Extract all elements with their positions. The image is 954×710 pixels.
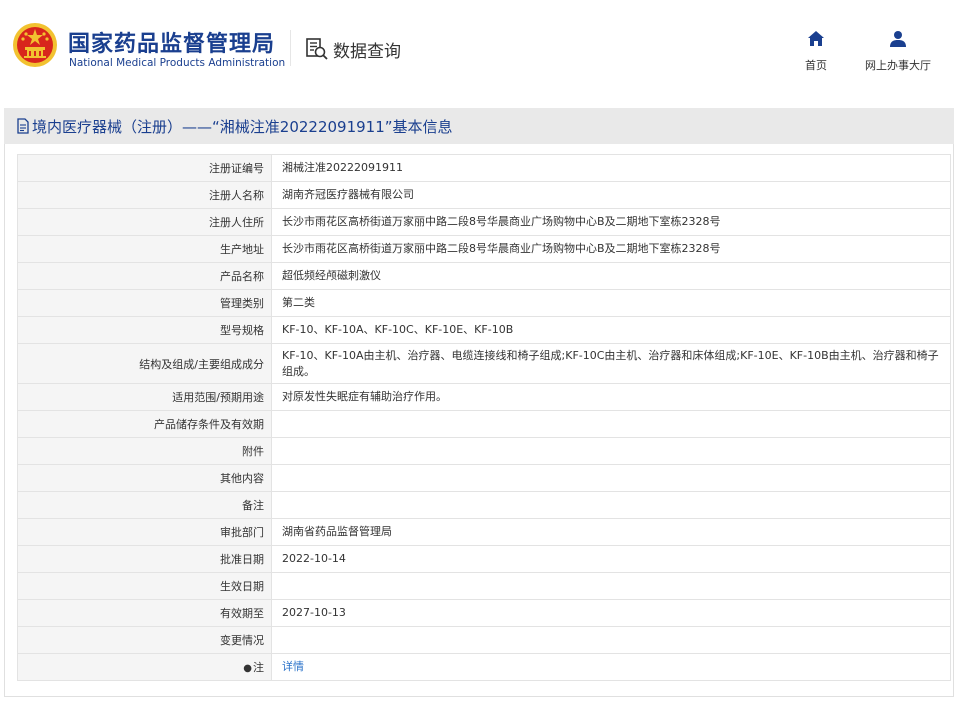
table-row: 附件 — [17, 437, 951, 465]
user-icon — [890, 31, 906, 47]
table-row: 结构及组成/主要组成成分 KF-10、KF-10A由主机、治疗器、电缆连接线和椅… — [17, 343, 951, 384]
field-value: 2027-10-13 — [271, 599, 951, 627]
field-label: 审批部门 — [17, 518, 272, 546]
site-header: 国家药品监督管理局 National Medical Products Admi… — [0, 0, 954, 96]
note-label-cell: ●注 — [17, 653, 272, 681]
field-value: 超低频经颅磁刺激仪 — [271, 262, 951, 290]
table-row: ●注 详情 — [17, 653, 951, 681]
nav-home-label: 首页 — [805, 59, 827, 72]
table-row: 其他内容 — [17, 464, 951, 492]
data-query-label: 数据查询 — [333, 41, 401, 62]
field-value — [271, 491, 951, 519]
field-label: 其他内容 — [17, 464, 272, 492]
field-label: 适用范围/预期用途 — [17, 383, 272, 411]
field-label: 型号规格 — [17, 316, 272, 344]
field-label: 注册证编号 — [17, 154, 272, 182]
field-label: 注册人名称 — [17, 181, 272, 209]
field-value: 第二类 — [271, 289, 951, 317]
detail-table: 注册证编号 湘械注准20222091911 注册人名称 湖南齐冠医疗器械有限公司… — [17, 154, 951, 681]
table-row: 产品储存条件及有效期 — [17, 410, 951, 438]
field-label: 管理类别 — [17, 289, 272, 317]
nav-online-service-hall[interactable]: 网上办事大厅 — [860, 30, 936, 73]
table-row: 型号规格 KF-10、KF-10A、KF-10C、KF-10E、KF-10B — [17, 316, 951, 344]
field-value: 详情 — [271, 653, 951, 681]
field-value: 长沙市雨花区高桥街道万家丽中路二段8号华晨商业广场购物中心B及二期地下室栋232… — [271, 208, 951, 236]
location-pin-icon: ● — [243, 663, 252, 674]
table-row: 审批部门 湖南省药品监督管理局 — [17, 518, 951, 546]
nav-home[interactable]: 首页 — [798, 30, 834, 73]
field-value: 2022-10-14 — [271, 545, 951, 573]
table-row: 有效期至 2027-10-13 — [17, 599, 951, 627]
table-row: 管理类别 第二类 — [17, 289, 951, 317]
page-title-bar: 境内医疗器械（注册）——“湘械注准20222091911”基本信息 — [4, 108, 954, 144]
field-label: 备注 — [17, 491, 272, 519]
field-value — [271, 410, 951, 438]
home-icon — [808, 31, 824, 46]
table-row: 备注 — [17, 491, 951, 519]
field-value: 湖南省药品监督管理局 — [271, 518, 951, 546]
field-label: 产品储存条件及有效期 — [17, 410, 272, 438]
field-label: 变更情况 — [17, 626, 272, 654]
table-row: 注册人名称 湖南齐冠医疗器械有限公司 — [17, 181, 951, 209]
field-label: 生产地址 — [17, 235, 272, 263]
data-query-heading: 数据查询 — [305, 36, 401, 62]
field-label: 产品名称 — [17, 262, 272, 290]
table-row: 变更情况 — [17, 626, 951, 654]
field-value — [271, 437, 951, 465]
field-label: 结构及组成/主要组成成分 — [17, 343, 272, 384]
nav-online-service-hall-label: 网上办事大厅 — [865, 59, 931, 72]
field-label: 有效期至 — [17, 599, 272, 627]
field-label: 批准日期 — [17, 545, 272, 573]
field-label: 附件 — [17, 437, 272, 465]
table-row: 批准日期 2022-10-14 — [17, 545, 951, 573]
field-value: KF-10、KF-10A由主机、治疗器、电缆连接线和椅子组成;KF-10C由主机… — [271, 343, 951, 384]
brand-name-en[interactable]: National Medical Products Administration — [69, 57, 285, 69]
detail-panel: 注册证编号 湘械注准20222091911 注册人名称 湖南齐冠医疗器械有限公司… — [4, 144, 954, 697]
data-search-icon — [306, 38, 328, 60]
table-row: 注册证编号 湘械注准20222091911 — [17, 154, 951, 182]
document-icon — [17, 118, 29, 134]
table-row: 生效日期 — [17, 572, 951, 600]
field-value: KF-10、KF-10A、KF-10C、KF-10E、KF-10B — [271, 316, 951, 344]
header-divider — [290, 30, 291, 66]
field-value: 湖南齐冠医疗器械有限公司 — [271, 181, 951, 209]
brand-name-cn[interactable]: 国家药品监督管理局 — [68, 26, 275, 58]
details-link[interactable]: 详情 — [282, 660, 304, 673]
table-row: 生产地址 长沙市雨花区高桥街道万家丽中路二段8号华晨商业广场购物中心B及二期地下… — [17, 235, 951, 263]
table-row: 适用范围/预期用途 对原发性失眠症有辅助治疗作用。 — [17, 383, 951, 411]
table-row: 注册人住所 长沙市雨花区高桥街道万家丽中路二段8号华晨商业广场购物中心B及二期地… — [17, 208, 951, 236]
field-value: 湘械注准20222091911 — [271, 154, 951, 182]
field-label: 生效日期 — [17, 572, 272, 600]
page-title: 境内医疗器械（注册）——“湘械注准20222091911”基本信息 — [32, 117, 453, 136]
field-label: 注 — [253, 661, 264, 674]
field-value — [271, 464, 951, 492]
field-value — [271, 626, 951, 654]
field-value — [271, 572, 951, 600]
table-row: 产品名称 超低频经颅磁刺激仪 — [17, 262, 951, 290]
field-label: 注册人住所 — [17, 208, 272, 236]
field-value: 对原发性失眠症有辅助治疗作用。 — [271, 383, 951, 411]
field-value: 长沙市雨花区高桥街道万家丽中路二段8号华晨商业广场购物中心B及二期地下室栋232… — [271, 235, 951, 263]
national-emblem-logo[interactable] — [12, 22, 58, 68]
